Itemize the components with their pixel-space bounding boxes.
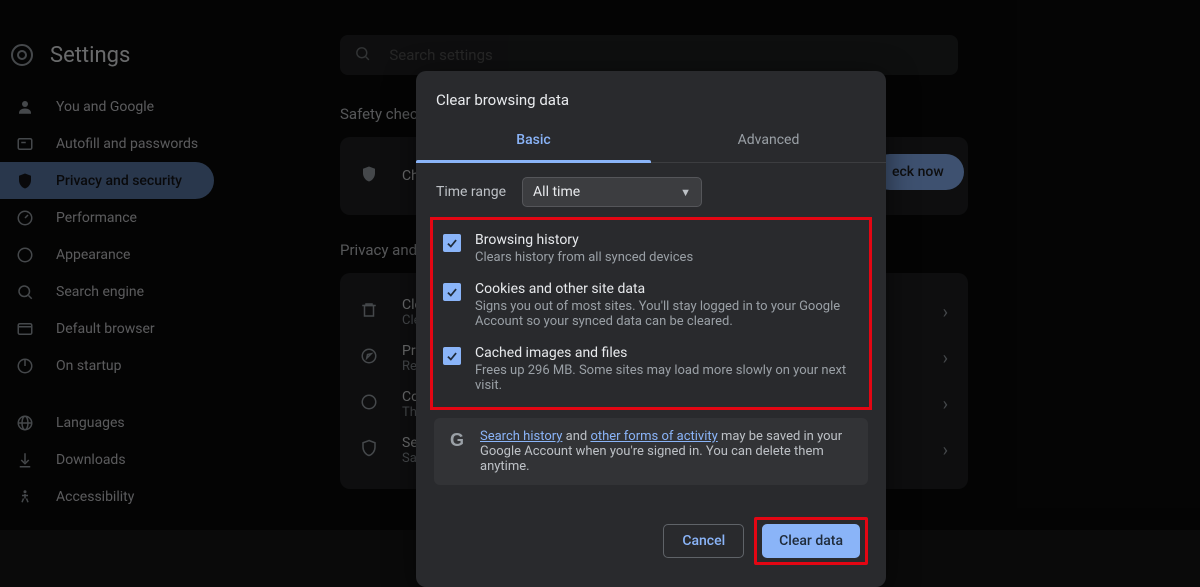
option-title: Cached images and files xyxy=(475,345,859,361)
chevron-down-icon: ▼ xyxy=(680,186,691,199)
option-desc: Signs you out of most sites. You'll stay… xyxy=(475,299,859,329)
info-text: Search history and other forms of activi… xyxy=(480,429,854,474)
clear-data-button[interactable]: Clear data xyxy=(762,524,860,558)
cancel-button[interactable]: Cancel xyxy=(663,524,744,558)
google-account-info: G Search history and other forms of acti… xyxy=(434,418,868,485)
option-desc: Clears history from all synced devices xyxy=(475,250,693,265)
dialog-title: Clear browsing data xyxy=(416,71,886,119)
clear-browsing-data-dialog: Clear browsing data Basic Advanced Time … xyxy=(416,71,886,587)
time-range-select[interactable]: All time ▼ xyxy=(522,177,702,207)
tab-advanced[interactable]: Advanced xyxy=(651,119,886,162)
option-cookies[interactable]: Cookies and other site data Signs you ou… xyxy=(437,273,865,337)
option-desc: Frees up 296 MB. Some sites may load mor… xyxy=(475,363,859,393)
dialog-tabs: Basic Advanced xyxy=(416,119,886,163)
google-g-icon: G xyxy=(448,430,466,474)
time-range-value: All time xyxy=(533,184,580,200)
option-browsing-history[interactable]: Browsing history Clears history from all… xyxy=(437,224,865,273)
other-activity-link[interactable]: other forms of activity xyxy=(590,429,717,444)
option-cache[interactable]: Cached images and files Frees up 296 MB.… xyxy=(437,337,865,401)
tab-basic[interactable]: Basic xyxy=(416,119,651,162)
search-history-link[interactable]: Search history xyxy=(480,429,562,444)
checkbox-cache[interactable] xyxy=(443,347,461,365)
option-title: Browsing history xyxy=(475,232,693,248)
time-range-label: Time range xyxy=(436,184,506,200)
option-title: Cookies and other site data xyxy=(475,281,859,297)
clear-data-highlight-box: Clear data xyxy=(754,517,868,565)
checkbox-browsing-history[interactable] xyxy=(443,234,461,252)
checkbox-cookies[interactable] xyxy=(443,283,461,301)
options-highlight-box: Browsing history Clears history from all… xyxy=(430,217,872,410)
